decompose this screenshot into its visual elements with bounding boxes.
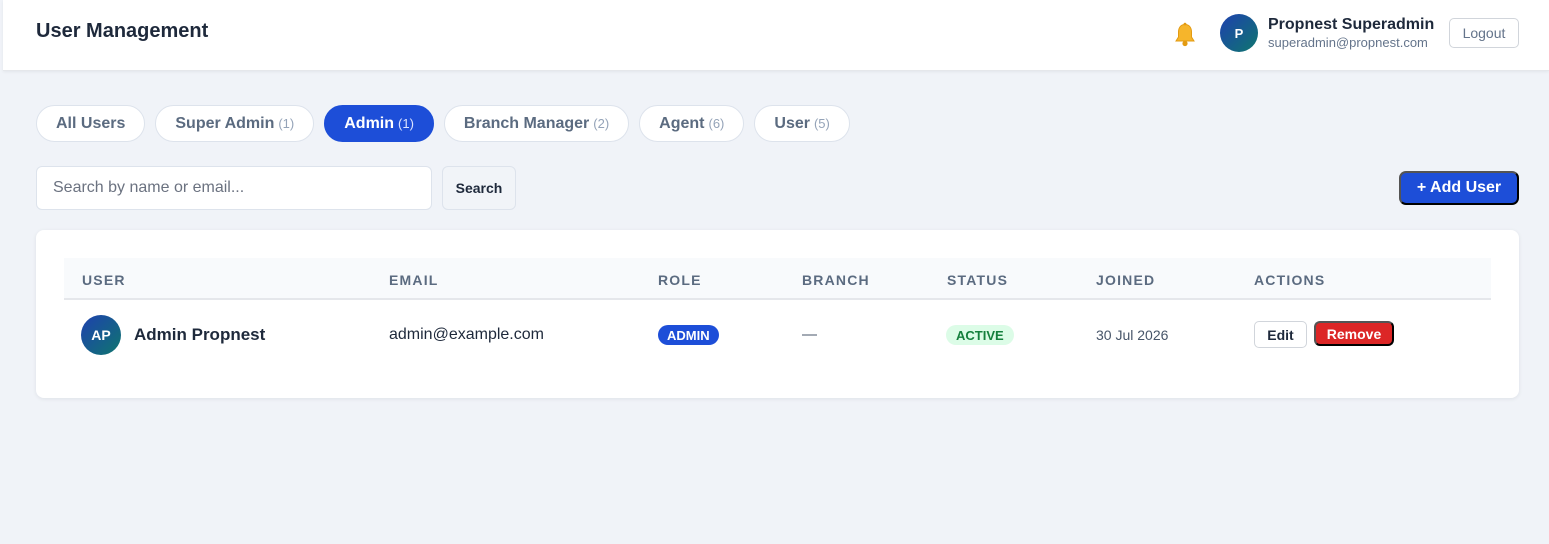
tab-admin[interactable]: Admin (1): [324, 105, 434, 142]
tab-count: (2): [593, 116, 610, 131]
tab-label: Branch Manager: [463, 114, 590, 132]
remove-button[interactable]: Remove: [1314, 321, 1394, 346]
column-header-user: USER: [82, 272, 126, 288]
tab-count: (6): [708, 116, 725, 131]
top-header: User Management P Propnest Superadmin su…: [3, 0, 1549, 71]
column-header-actions: ACTIONS: [1254, 272, 1326, 288]
joined-cell: 30 Jul 2026: [1096, 327, 1169, 343]
edit-button[interactable]: Edit: [1254, 321, 1307, 348]
bell-icon[interactable]: [1171, 21, 1199, 49]
tab-all-users[interactable]: All Users: [36, 105, 146, 142]
logout-button[interactable]: Logout: [1449, 18, 1519, 48]
search-button[interactable]: Search: [442, 166, 516, 210]
tab-super-admin[interactable]: Super Admin (1): [155, 105, 315, 142]
current-user-name: Propnest Superadmin: [1268, 16, 1435, 33]
email-cell: admin@example.com: [389, 326, 544, 343]
tab-label: User: [774, 114, 810, 132]
tab-count: (1): [278, 116, 295, 131]
tab-label: Agent: [659, 114, 705, 132]
add-user-button[interactable]: + Add User: [1399, 171, 1519, 205]
table-header: USER EMAIL ROLE BRANCH STATUS JOINED ACT…: [64, 258, 1491, 300]
tab-count: (5): [813, 116, 830, 131]
status-badge: ACTIVE: [946, 325, 1014, 345]
user-avatar[interactable]: P: [1220, 14, 1258, 52]
users-table-card: USER EMAIL ROLE BRANCH STATUS JOINED ACT…: [36, 230, 1519, 398]
tab-count: (1): [398, 116, 414, 131]
avatar: AP: [81, 315, 121, 355]
tab-user[interactable]: User (5): [754, 105, 850, 142]
tab-branch-manager[interactable]: Branch Manager (2): [443, 105, 630, 142]
column-header-role: ROLE: [658, 272, 702, 288]
column-header-joined: JOINED: [1096, 272, 1156, 288]
column-header-email: EMAIL: [389, 272, 439, 288]
search-input[interactable]: [36, 166, 432, 210]
page-title: User Management: [36, 20, 209, 42]
tab-label: Super Admin: [175, 114, 275, 132]
column-header-branch: BRANCH: [802, 272, 870, 288]
tab-agent[interactable]: Agent (6): [639, 105, 745, 142]
column-header-status: STATUS: [947, 272, 1009, 288]
role-badge: ADMIN: [658, 325, 719, 345]
branch-cell: —: [802, 326, 817, 343]
tab-label: Admin: [344, 114, 395, 132]
user-name-cell: Admin Propnest: [134, 325, 266, 344]
role-filter-tabs: All Users Super Admin (1) Admin (1) Bran…: [36, 105, 850, 142]
tab-label: All Users: [56, 114, 126, 132]
current-user-email: superadmin@propnest.com: [1268, 35, 1428, 50]
